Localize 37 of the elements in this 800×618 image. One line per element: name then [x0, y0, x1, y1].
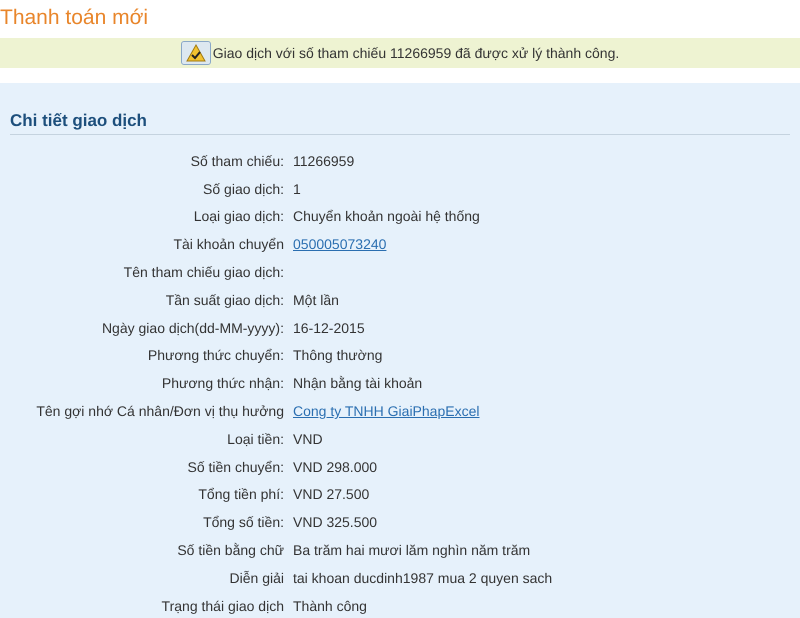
field-label: Số tiền bằng chữ [176, 542, 284, 558]
field-value: 11266959 [293, 152, 354, 169]
field-label: Loại giao dịch: [192, 208, 284, 224]
field-label: Phương thức chuyển: [146, 347, 284, 364]
section-heading: Chi tiết giao dịch [10, 111, 790, 135]
field-value: VND 325.500 [293, 514, 378, 530]
field-value: 16-12-2015 [293, 320, 365, 336]
field-label: Tên tham chiếu giao dịch: [122, 264, 284, 280]
field-label: Trạng thái giao dịch [160, 598, 284, 614]
field-label: Tần suất giao dịch: [164, 292, 284, 308]
field-label: Số giao dịch: [202, 180, 284, 197]
field-value: Một lần [293, 292, 339, 308]
notice-text: Giao dịch với số tham chiếu 11266959 đã được xử lý thành công. [212, 45, 620, 61]
field-label: Phương thức nhận: [160, 375, 284, 392]
value-link[interactable]: Cong ty TNHH GiaiPhapExcel [293, 403, 480, 420]
field-label: Số tham chiếu: [190, 152, 284, 169]
field-label: Tổng tiền phí: [197, 486, 284, 502]
field-value: VND 27.500 [293, 486, 370, 502]
field-value: Thông thường [293, 347, 382, 364]
field-label: Ngày giao dịch(dd-MM-yyyy): [100, 320, 284, 336]
field-value: tai khoan ducdinh1987 mua 2 quyen sach [293, 570, 552, 586]
field-label: Loại tiền: [226, 430, 284, 447]
field-value: VND 298.000 [293, 458, 378, 475]
field-label: Diễn giải [228, 570, 284, 586]
warning-check-icon [180, 41, 211, 65]
field-value: Thành công [293, 598, 367, 614]
field-label: Tài khoản chuyển [172, 236, 284, 252]
field-label: Tên gợi nhớ Cá nhân/Đơn vị thụ hưởng [35, 403, 284, 420]
field-label: Số tiền chuyển: [186, 458, 284, 475]
value-link[interactable]: 050005073240 [293, 236, 386, 252]
field-value: Ba trăm hai mươi lăm nghìn năm trăm [293, 542, 530, 558]
page-title: Thanh toán mới [0, 5, 150, 31]
field-value: Nhận bằng tài khoản [293, 375, 422, 392]
field-value: VND [293, 430, 323, 447]
field-label: Tổng số tiền: [202, 514, 284, 530]
field-value: 1 [293, 180, 301, 197]
field-value: Chuyển khoản ngoài hệ thống [293, 208, 480, 224]
